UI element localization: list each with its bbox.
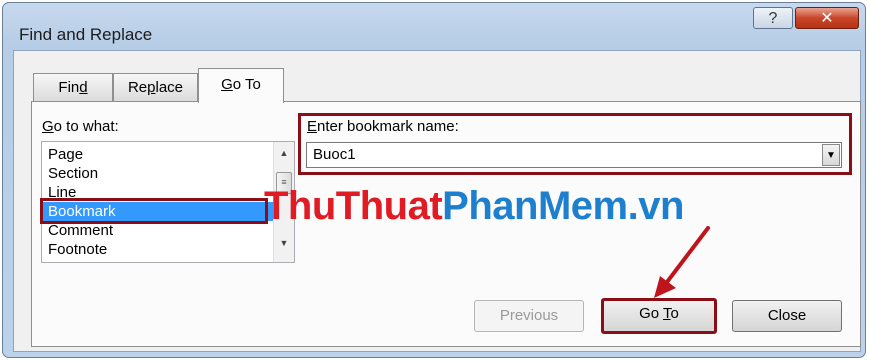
window-title: Find and Replace [19, 25, 153, 44]
bookmark-name-value[interactable]: Buoc1 [313, 146, 356, 163]
list-item-bookmark[interactable]: Bookmark [42, 202, 274, 221]
scroll-down-arrow-icon[interactable]: ▼ [274, 238, 294, 256]
watermark-part1: ThuThuat [264, 184, 443, 228]
tab-find[interactable]: Find [33, 73, 113, 101]
close-button[interactable]: Close [732, 300, 842, 332]
list-item-comment[interactable]: Comment [48, 221, 113, 240]
list-item-page[interactable]: Page [48, 145, 83, 164]
window-close-button[interactable]: ✕ [795, 7, 859, 29]
watermark-logo: ThuThuatPhanMem.vn [264, 184, 684, 229]
go-to-button[interactable]: Go To [601, 298, 717, 334]
tab-replace[interactable]: Replace [113, 73, 198, 101]
scroll-up-arrow-icon[interactable]: ▲ [274, 148, 294, 166]
list-item-footnote[interactable]: Footnote [48, 240, 107, 259]
help-button[interactable]: ? [753, 7, 793, 29]
previous-button[interactable]: Previous [474, 300, 584, 332]
tab-go-to[interactable]: Go To [198, 68, 284, 103]
bookmark-name-combobox[interactable]: Buoc1 ▼ [306, 142, 842, 168]
list-item-section[interactable]: Section [48, 164, 98, 183]
bookmark-name-label: Enter bookmark name: [307, 118, 459, 135]
list-item-line[interactable]: Line [48, 183, 76, 202]
go-to-what-list[interactable]: Page Section Line Bookmark Comment Footn… [41, 141, 295, 263]
watermark-part2: PhanMem.vn [442, 184, 684, 228]
go-to-what-label: Go to what: [42, 118, 119, 135]
dropdown-arrow-icon[interactable]: ▼ [822, 144, 840, 166]
